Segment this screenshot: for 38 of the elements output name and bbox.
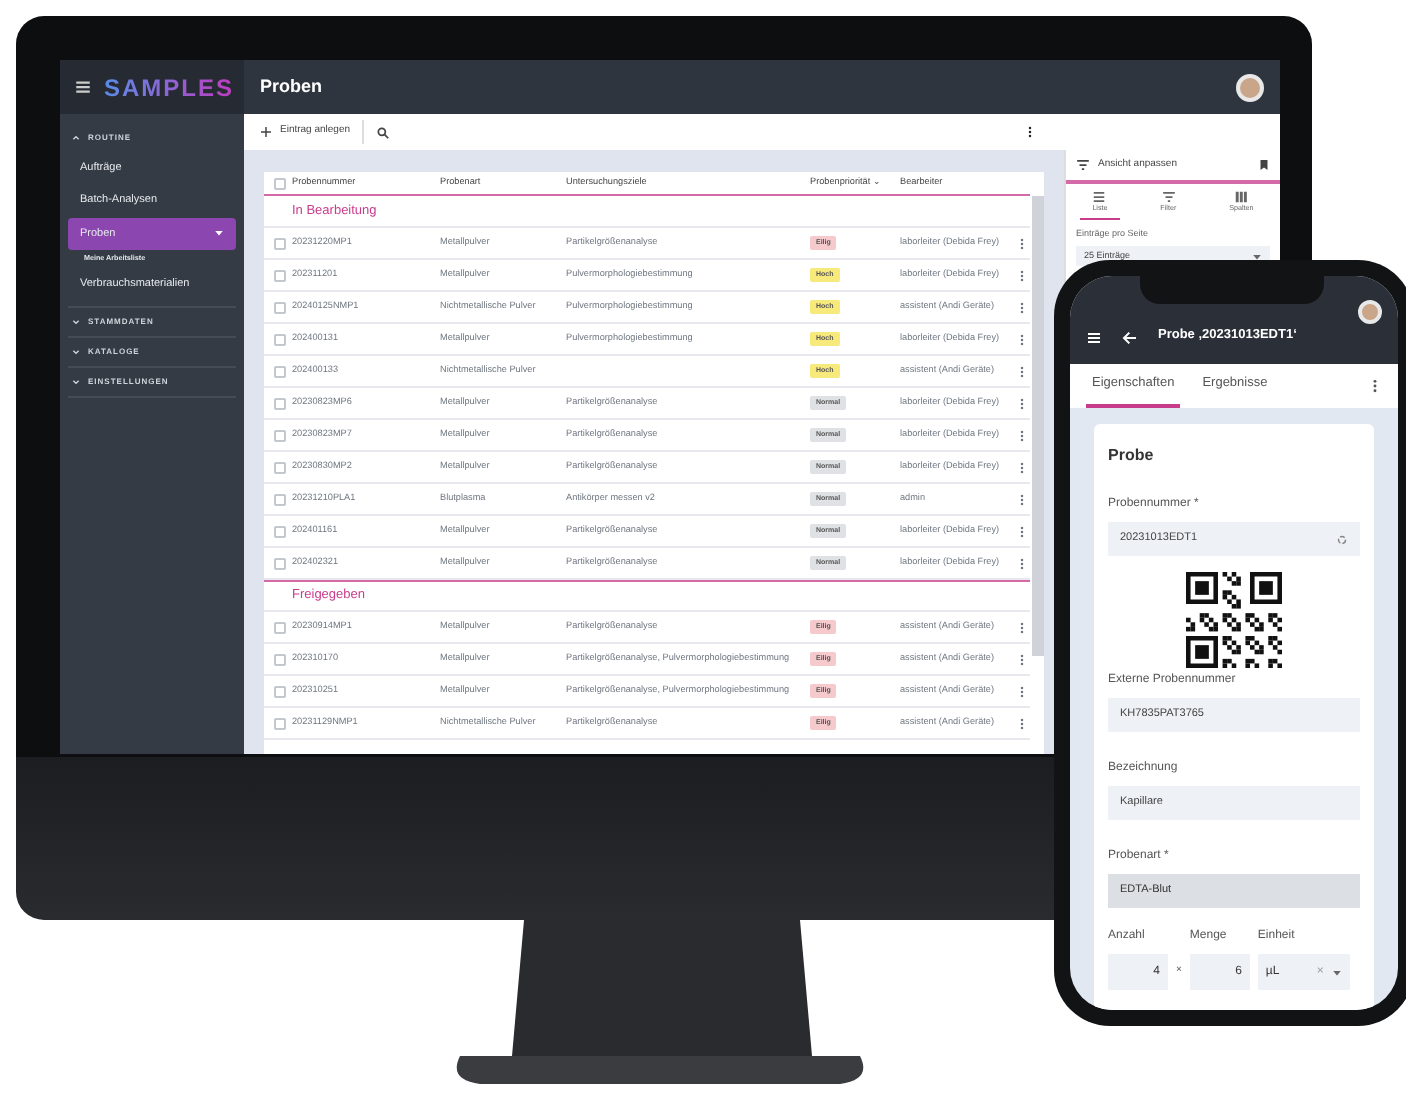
row-checkbox[interactable] [274, 365, 286, 377]
more-icon[interactable] [1368, 378, 1382, 394]
plus-icon [260, 126, 272, 138]
caret-icon[interactable] [1331, 967, 1342, 977]
row-checkbox[interactable] [274, 429, 286, 441]
row-checkbox[interactable] [274, 653, 286, 665]
avatar[interactable] [1358, 299, 1382, 323]
row-checkbox[interactable] [274, 493, 286, 505]
card-title: Probe [1108, 444, 1156, 468]
list-icon [1092, 189, 1107, 203]
filter-icon [1076, 158, 1090, 173]
search-icon[interactable] [376, 125, 391, 139]
caret-icon [1252, 251, 1262, 262]
row-checkbox[interactable] [274, 717, 286, 729]
columns-icon [1234, 189, 1249, 203]
row-checkbox[interactable] [274, 237, 286, 249]
row-checkbox[interactable] [274, 557, 286, 569]
more-icon[interactable] [1024, 126, 1036, 138]
chevron-icon [72, 134, 80, 142]
row-checkbox[interactable] [274, 685, 286, 697]
avatar[interactable] [1236, 73, 1264, 101]
filter-icon [1161, 189, 1176, 203]
back-arrow-icon[interactable] [1122, 330, 1138, 346]
row-checkbox[interactable] [274, 269, 286, 281]
row-checkbox[interactable] [274, 301, 286, 313]
row-checkbox[interactable] [274, 461, 286, 473]
select-all-checkbox[interactable] [274, 177, 286, 189]
qr-code [1186, 572, 1282, 668]
row-checkbox[interactable] [274, 621, 286, 633]
bookmark-icon[interactable] [1258, 158, 1270, 173]
scrollbar[interactable] [1032, 196, 1044, 656]
sync-icon [1336, 533, 1348, 545]
row-checkbox[interactable] [274, 525, 286, 537]
row-checkbox[interactable] [274, 333, 286, 345]
menu-icon[interactable] [74, 78, 92, 96]
row-checkbox[interactable] [274, 397, 286, 409]
caret-icon[interactable] [214, 228, 224, 239]
page-title: Proben [258, 73, 325, 100]
